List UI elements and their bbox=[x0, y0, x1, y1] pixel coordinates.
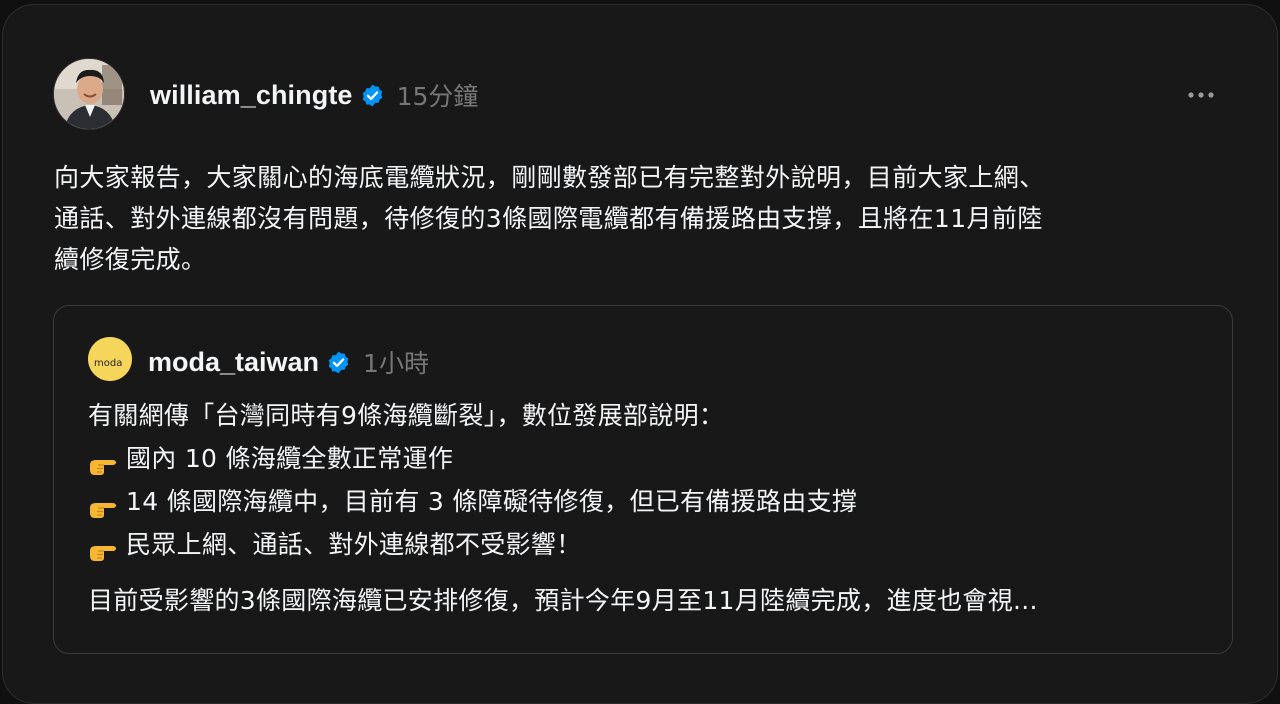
more-options-button[interactable] bbox=[1183, 81, 1219, 109]
quoted-bullet-text: 民眾上網、通話、對外連線都不受影響！ bbox=[126, 530, 582, 559]
quoted-intro-text: 有關網傳「台灣同時有9條海纜斷裂」，數位發展部說明： bbox=[88, 401, 725, 430]
pointing-hand-icon bbox=[88, 490, 118, 518]
quoted-bullet-item: 國內 10 條海纜全數正常運作 bbox=[88, 437, 1208, 480]
quoted-author-avatar[interactable]: moda bbox=[88, 337, 132, 381]
more-horizontal-icon bbox=[1188, 92, 1214, 98]
quoted-bullet-item: 民眾上網、通話、對外連線都不受影響！ bbox=[88, 523, 1208, 566]
quoted-post-lines: 有關網傳「台灣同時有9條海纜斷裂」，數位發展部說明： 國內 10 條海纜全數正常… bbox=[88, 394, 1208, 566]
moda-logo-text: moda bbox=[94, 358, 122, 369]
post-timestamp: 15分鐘 bbox=[396, 82, 479, 111]
quoted-body-text: 目前受影響的3條國際海纜已安排修復，預計今年9月至11月陸續完成，進度也會視..… bbox=[88, 586, 1038, 615]
verified-badge-icon bbox=[326, 350, 351, 375]
pointing-hand-icon bbox=[88, 533, 118, 561]
post-body-text: 向大家報告，大家關心的海底電纜狀況，剛剛數發部已有完整對外說明，目前大家上網、 … bbox=[54, 163, 1045, 274]
quoted-post-timestamp: 1小時 bbox=[363, 349, 429, 378]
thread-post-card: william_chingte 15分鐘 向大家報告，大家關心的海底電纜狀況，剛… bbox=[2, 4, 1278, 704]
quoted-bullet-text: 國內 10 條海纜全數正常運作 bbox=[126, 444, 454, 473]
pointing-hand-icon bbox=[88, 447, 118, 475]
quoted-intro-line: 有關網傳「台灣同時有9條海纜斷裂」，數位發展部說明： bbox=[88, 394, 1208, 437]
verified-badge-icon bbox=[360, 83, 385, 108]
author-avatar[interactable] bbox=[53, 58, 125, 130]
quoted-post[interactable]: moda moda_taiwan 1小時 有關網傳「台灣同時有9條海纜斷裂」，數… bbox=[53, 305, 1233, 654]
post-header: william_chingte 15分鐘 bbox=[150, 75, 478, 115]
quoted-bullet-text: 14 條國際海纜中，目前有 3 條障礙待修復，但已有備援路由支撐 bbox=[126, 487, 858, 516]
quoted-bullet-item: 14 條國際海纜中，目前有 3 條障礙待修復，但已有備援路由支撐 bbox=[88, 480, 1208, 523]
quoted-post-header: moda_taiwan 1小時 bbox=[148, 342, 429, 382]
author-username[interactable]: william_chingte bbox=[150, 80, 353, 111]
quoted-author-username[interactable]: moda_taiwan bbox=[148, 347, 319, 378]
